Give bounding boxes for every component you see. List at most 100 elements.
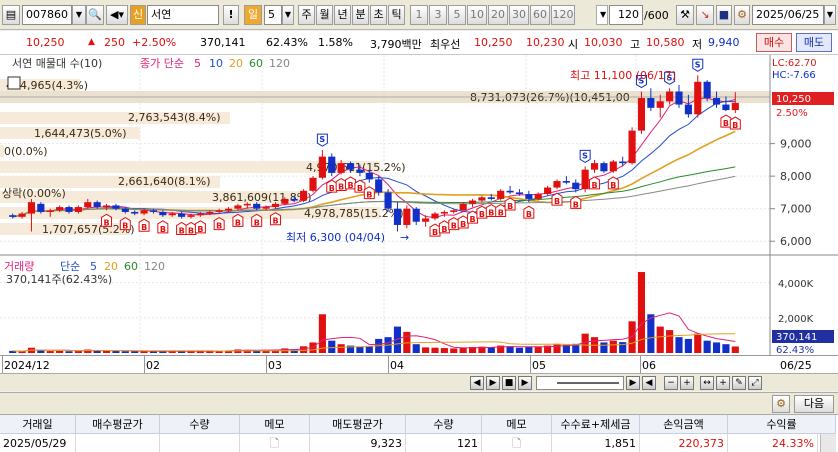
volume-bar[interactable] — [731, 346, 739, 353]
buy-signal-icon[interactable]: B — [335, 177, 347, 192]
candle[interactable] — [609, 159, 617, 173]
volume-bar[interactable] — [46, 351, 54, 353]
candle[interactable] — [384, 189, 392, 212]
candle[interactable] — [309, 176, 317, 193]
buy-signal-icon[interactable]: B — [326, 179, 338, 193]
chart-scrollbar[interactable]: ◀ ▶ ■ ▶ ▶ ◀ − + ↔ + ✎ ⤢ — [0, 373, 838, 391]
sell-memo-icon[interactable]: 🗋 — [482, 434, 552, 452]
volume-bar[interactable] — [600, 342, 608, 353]
grid-menu-icon[interactable]: ▤ — [2, 5, 20, 25]
volume-bar[interactable] — [609, 340, 617, 353]
buy-signal-icon[interactable]: B — [720, 114, 732, 128]
cell-buy-qty[interactable] — [160, 434, 240, 452]
volume-bar[interactable] — [112, 351, 120, 353]
buy-signal-icon[interactable]: B — [354, 179, 366, 193]
warning-button[interactable]: ! — [223, 5, 239, 25]
table-header-7[interactable]: 수수료+제세금 — [552, 415, 640, 434]
cell-date[interactable]: 2025/05/29 — [0, 434, 76, 452]
volume-bar[interactable] — [656, 326, 664, 353]
play-icon[interactable]: ▶ — [518, 376, 532, 390]
sell-signal-icon[interactable]: S — [692, 58, 704, 72]
table-header-0[interactable]: 거래일 — [0, 415, 76, 434]
volume-bar[interactable] — [365, 345, 373, 353]
interval-button-0[interactable]: 1 — [410, 5, 428, 25]
candle[interactable] — [581, 166, 589, 193]
volume-bar[interactable] — [121, 351, 129, 353]
table-header-9[interactable]: 수익률 — [728, 415, 836, 434]
buy-signal-icon[interactable]: B — [119, 216, 131, 231]
volume-bar[interactable] — [506, 346, 514, 353]
chart-check-icon[interactable]: ↘ — [696, 5, 714, 25]
volume-bar[interactable] — [666, 330, 674, 353]
cell-fee[interactable]: 1,851 — [552, 434, 640, 452]
table-header-4[interactable]: 매도평균가 — [310, 415, 406, 434]
buy-signal-icon[interactable]: B — [251, 213, 263, 227]
scroll-right-icon[interactable]: ▶ — [486, 376, 500, 390]
volume-bar[interactable] — [102, 350, 111, 353]
period-button-3[interactable]: 분 — [352, 5, 369, 25]
count-dropdown-icon[interactable]: ▼ — [596, 5, 608, 25]
interval-button-1[interactable]: 3 — [429, 5, 447, 25]
page-right-icon[interactable]: ▶ — [626, 376, 640, 390]
interval-button-4[interactable]: 20 — [488, 5, 508, 25]
crosshair-icon[interactable]: + — [716, 376, 730, 390]
period-num-input[interactable]: 5 — [264, 5, 282, 25]
cell-buy-avg[interactable] — [76, 434, 160, 452]
volume-bar[interactable] — [722, 344, 730, 353]
buy-signal-icon[interactable]: B — [504, 197, 516, 211]
cell-sell-qty[interactable]: 121 — [406, 434, 482, 452]
buy-signal-icon[interactable]: B — [495, 203, 507, 218]
cell-sell-avg[interactable]: 9,323 — [310, 434, 406, 452]
save-icon[interactable]: ■ — [716, 5, 732, 25]
buy-signal-icon[interactable]: B — [448, 216, 460, 231]
table-header-2[interactable]: 수량 — [160, 415, 240, 434]
volume-bar[interactable] — [422, 347, 430, 353]
volume-bar[interactable] — [487, 347, 495, 353]
interval-button-3[interactable]: 10 — [467, 5, 487, 25]
cell-return[interactable]: 24.33% — [728, 434, 818, 452]
stock-code-input[interactable]: 007860 — [22, 5, 72, 25]
volume-bar[interactable] — [328, 340, 336, 353]
stock-name-field[interactable]: 서연 — [147, 5, 219, 25]
buy-signal-icon[interactable]: B — [589, 176, 601, 190]
volume-bar[interactable] — [703, 340, 711, 353]
interval-button-7[interactable]: 120 — [551, 5, 575, 25]
buy-signal-icon[interactable]: B — [467, 210, 479, 224]
tools-icon[interactable]: ⚒ — [676, 5, 694, 25]
search-icon[interactable]: 🔍 — [86, 5, 104, 25]
buy-signal-icon[interactable]: B — [138, 218, 150, 232]
candle[interactable] — [600, 161, 608, 173]
buy-signal-icon[interactable]: B — [213, 216, 225, 231]
scroll-thumb[interactable] — [557, 382, 619, 384]
volume-bar[interactable] — [356, 346, 364, 353]
volume-bar[interactable] — [553, 343, 561, 353]
candle[interactable] — [300, 189, 308, 203]
buy-signal-icon[interactable]: B — [607, 176, 619, 190]
cell-pnl[interactable]: 220,373 — [640, 434, 728, 452]
buy-signal-icon[interactable]: B — [185, 221, 197, 235]
volume-bar[interactable] — [440, 348, 448, 353]
buy-signal-icon[interactable]: B — [363, 186, 375, 200]
page-left-icon[interactable]: ◀ — [642, 376, 656, 390]
volume-bar[interactable] — [65, 351, 73, 353]
volume-bar[interactable] — [337, 344, 345, 353]
volume-bar[interactable] — [131, 351, 139, 353]
price-volume-chart[interactable]: 404,965(4.3%)8,731,073(26.7%)(10,451,002… — [0, 55, 838, 356]
volume-bar[interactable] — [412, 344, 420, 353]
period-button-5[interactable]: 틱 — [388, 5, 405, 25]
sell-button[interactable]: 매도 — [796, 33, 832, 52]
buy-signal-icon[interactable]: B — [194, 220, 206, 234]
next-button[interactable]: 다음 — [794, 395, 834, 413]
buy-signal-icon[interactable]: B — [476, 205, 488, 219]
buy-signal-icon[interactable]: B — [269, 212, 281, 226]
code-dropdown-icon[interactable]: ▼ — [72, 5, 86, 25]
gear-icon[interactable]: ⚙ — [734, 5, 750, 25]
volume-bar[interactable] — [450, 348, 458, 353]
volume-bar[interactable] — [56, 350, 64, 353]
buy-signal-icon[interactable]: B — [570, 195, 582, 209]
interval-button-5[interactable]: 30 — [509, 5, 529, 25]
scroll-left-icon[interactable]: ◀ — [470, 376, 484, 390]
volume-bar[interactable] — [300, 346, 308, 353]
volume-bar[interactable] — [515, 347, 524, 353]
buy-signal-icon[interactable]: B — [232, 213, 244, 227]
